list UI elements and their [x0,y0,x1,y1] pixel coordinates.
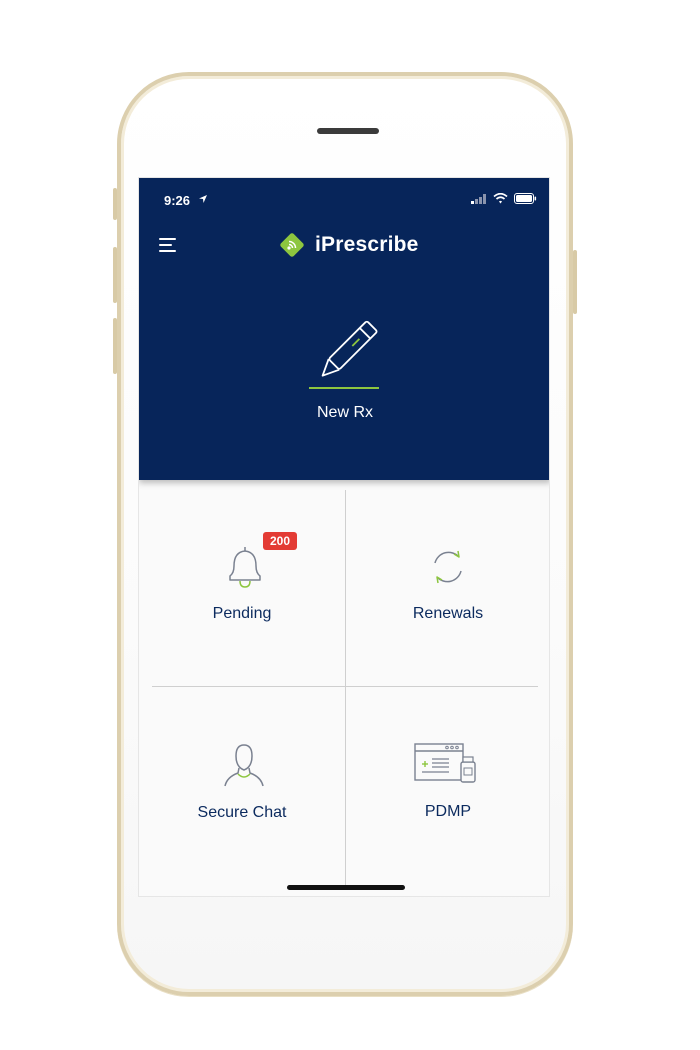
home-indicator[interactable] [287,885,405,890]
tile-renewals[interactable]: Renewals [345,480,549,680]
bell-icon [229,547,261,588]
pdmp-monitor-icon [414,743,476,783]
brand-name: iPrescribe [315,233,419,256]
refresh-icon [434,550,462,584]
person-icon [224,744,264,787]
new-rx-label[interactable]: New Rx [259,404,431,422]
phone-speaker [317,128,379,134]
wifi-icon [493,193,508,204]
app-header: 9:26 iPrescribe New Rx [139,178,549,480]
dashboard-grid: 200 Pending Renewals Secure Chat PDMP [139,480,549,896]
signal-icon [471,193,486,204]
hamburger-menu-icon[interactable] [159,238,177,252]
pencil-icon [309,320,379,389]
tile-pdmp-label: PDMP [424,803,472,820]
app-brand: iPrescribe [279,232,419,258]
status-indicators [471,193,537,204]
new-rx-button[interactable] [295,314,395,399]
iprescribe-logo-icon [280,233,304,257]
phone-volume-up-button [113,247,117,303]
battery-icon [514,193,537,204]
tile-pdmp[interactable]: PDMP [345,686,549,886]
tile-renewals-label: Renewals [412,605,484,622]
phone-volume-down-button [113,318,117,374]
status-time: 9:26 [164,193,191,208]
tile-secure-chat[interactable]: Secure Chat [139,686,345,886]
location-arrow-icon [199,195,207,203]
phone-side-button [113,188,117,220]
tile-pending-label: Pending [212,605,272,622]
tile-pending[interactable]: 200 Pending [139,480,345,680]
app-screen: 9:26 iPrescribe New Rx 200 Pending Renew… [138,177,550,897]
phone-power-button [573,250,577,314]
tile-secure-chat-label: Secure Chat [197,804,287,821]
pending-count-badge: 200 [263,532,297,550]
